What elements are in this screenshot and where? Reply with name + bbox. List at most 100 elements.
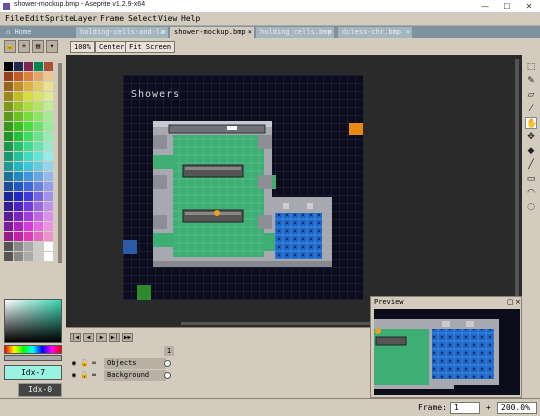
menu-view[interactable]: View: [158, 14, 177, 23]
palette-swatch[interactable]: [44, 112, 53, 121]
paint-bucket-icon[interactable]: ◆: [525, 145, 537, 157]
palette-swatch[interactable]: [24, 202, 33, 211]
palette-swatch[interactable]: [44, 82, 53, 91]
palette-swatch[interactable]: [4, 202, 13, 211]
palette-swatch[interactable]: [24, 252, 33, 261]
palette-menu-icon[interactable]: ▾: [46, 40, 58, 53]
palette-swatch[interactable]: [4, 82, 13, 91]
marquee-tool-icon[interactable]: ⬚: [525, 61, 537, 73]
palette-swatch[interactable]: [44, 232, 53, 241]
palette-swatch[interactable]: [14, 222, 23, 231]
frame-input[interactable]: 1: [450, 402, 480, 414]
lock-palette-icon[interactable]: 🔒: [4, 40, 16, 53]
palette-swatch[interactable]: [14, 92, 23, 101]
menu-select[interactable]: Select: [128, 14, 157, 23]
blur-tool-icon[interactable]: ◌: [525, 201, 537, 213]
palette-swatch[interactable]: [44, 122, 53, 131]
palette-swatch[interactable]: [24, 192, 33, 201]
palette-swatch[interactable]: [24, 72, 33, 81]
contour-tool-icon[interactable]: ◠: [525, 187, 537, 199]
palette-swatch[interactable]: [14, 152, 23, 161]
canvas-editor[interactable]: Showers: [66, 55, 522, 327]
palette-swatch[interactable]: [4, 62, 13, 71]
palette-swatch[interactable]: [34, 152, 43, 161]
palette-swatch[interactable]: [34, 62, 43, 71]
palette-swatch[interactable]: [34, 112, 43, 121]
tab-holding-cells-and-la[interactable]: holding-cells-and-la ×: [76, 27, 168, 38]
palette-swatch[interactable]: [14, 182, 23, 191]
preview-maximize-icon[interactable]: ▢: [507, 298, 514, 306]
palette-swatch[interactable]: [24, 122, 33, 131]
palette-swatch[interactable]: [4, 132, 13, 141]
next-frame-icon[interactable]: ▶|: [109, 333, 120, 342]
eyedropper-tool-icon[interactable]: ⁄: [525, 103, 537, 115]
cel-icon[interactable]: [164, 372, 171, 379]
palette-swatch[interactable]: [24, 232, 33, 241]
continuous-icon[interactable]: ∞: [90, 359, 98, 367]
palette-swatch[interactable]: [34, 72, 43, 81]
tab-close-icon[interactable]: ×: [406, 27, 410, 38]
maximize-button[interactable]: ☐: [496, 0, 518, 13]
palette-swatch[interactable]: [34, 102, 43, 111]
palette-swatch[interactable]: [24, 112, 33, 121]
palette-swatch[interactable]: [24, 102, 33, 111]
palette-swatch[interactable]: [14, 162, 23, 171]
palette-swatch[interactable]: [44, 142, 53, 151]
canvas-horizontal-scrollbar[interactable]: [181, 322, 381, 325]
background-color[interactable]: Idx-0: [18, 383, 62, 397]
palette-swatch[interactable]: [34, 142, 43, 151]
palette-swatch[interactable]: [34, 172, 43, 181]
tab-holding-cells[interactable]: holding_cells.bmp ×: [256, 27, 334, 38]
palette-swatch[interactable]: [14, 242, 23, 251]
close-window-button[interactable]: ✕: [518, 0, 540, 13]
palette-swatch[interactable]: [44, 132, 53, 141]
palette-swatch[interactable]: [44, 172, 53, 181]
palette-swatch[interactable]: [44, 222, 53, 231]
previous-frame-icon[interactable]: ◀: [83, 333, 94, 342]
last-frame-icon[interactable]: ▶▶: [122, 333, 133, 342]
palette-swatch[interactable]: [4, 172, 13, 181]
lock-icon[interactable]: 🔓: [80, 371, 89, 379]
zoom-input[interactable]: 200.0%: [497, 402, 537, 414]
palette-swatch[interactable]: [24, 82, 33, 91]
palette-swatch[interactable]: [4, 182, 13, 191]
foreground-color[interactable]: Idx-7: [4, 365, 62, 380]
menu-edit[interactable]: Edit: [25, 14, 44, 23]
palette-swatch[interactable]: [14, 82, 23, 91]
palette-swatch[interactable]: [14, 102, 23, 111]
palette-swatch[interactable]: [4, 112, 13, 121]
fit-screen-button[interactable]: Fit Screen: [125, 41, 176, 53]
palette-swatch[interactable]: [4, 162, 13, 171]
line-tool-icon[interactable]: ╱: [525, 159, 537, 171]
palette-swatch[interactable]: [44, 182, 53, 191]
tab-close-icon[interactable]: ×: [248, 27, 252, 38]
frame-header[interactable]: 1: [164, 346, 174, 356]
palette-swatch[interactable]: [34, 222, 43, 231]
palette-swatch[interactable]: [34, 162, 43, 171]
move-tool-icon[interactable]: ✥: [525, 131, 537, 143]
zoom-100-button[interactable]: 100%: [70, 41, 95, 53]
palette-swatch[interactable]: [24, 142, 33, 151]
palette-swatch[interactable]: [4, 252, 13, 261]
palette-swatch[interactable]: [34, 252, 43, 261]
palette-swatch[interactable]: [44, 72, 53, 81]
color-spectrum[interactable]: [4, 299, 62, 343]
palette-swatch[interactable]: [44, 102, 53, 111]
palette-swatch[interactable]: [24, 152, 33, 161]
palette-swatch[interactable]: [14, 62, 23, 71]
palette-swatch[interactable]: [24, 242, 33, 251]
palette-scrollbar[interactable]: [58, 63, 62, 263]
palette-swatch[interactable]: [4, 92, 13, 101]
layer-row-objects[interactable]: ◉ 🔓 ∞ Objects: [68, 358, 368, 369]
palette-swatch[interactable]: [34, 92, 43, 101]
palette-swatch[interactable]: [14, 112, 23, 121]
pencil-tool-icon[interactable]: ✎: [525, 75, 537, 87]
menu-help[interactable]: Help: [181, 14, 200, 23]
palette-swatch[interactable]: [4, 102, 13, 111]
palette-swatch[interactable]: [4, 152, 13, 161]
palette-swatch[interactable]: [14, 192, 23, 201]
palette-swatch[interactable]: [44, 202, 53, 211]
palette-swatch[interactable]: [34, 132, 43, 141]
minimize-button[interactable]: —: [474, 0, 496, 13]
alpha-slider[interactable]: [4, 355, 62, 361]
